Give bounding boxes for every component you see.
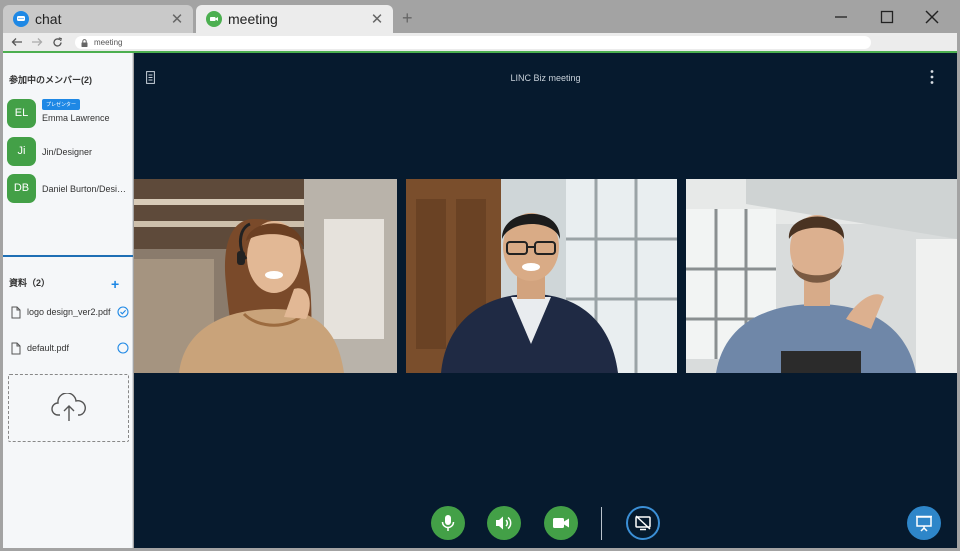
- address-bar: meeting: [3, 33, 957, 51]
- avatar: DB: [7, 173, 36, 203]
- microphone-button[interactable]: [431, 506, 465, 540]
- url-text: meeting: [94, 38, 123, 47]
- check-circle-icon[interactable]: [117, 306, 129, 318]
- maximize-icon: [880, 10, 894, 24]
- speaker-icon: [496, 516, 512, 530]
- video-tile[interactable]: [406, 179, 677, 373]
- document-name: logo design_ver2.pdf: [27, 307, 111, 317]
- member-name: Daniel Burton/Designer: [42, 183, 128, 194]
- screen-share-off-icon: [635, 515, 651, 531]
- chat-icon: [13, 11, 29, 27]
- url-input[interactable]: meeting: [75, 36, 871, 49]
- tab-label: chat: [35, 11, 62, 27]
- back-button[interactable]: [7, 33, 27, 51]
- members-title: 参加中のメンバー(2): [9, 75, 92, 85]
- file-icon: [11, 306, 21, 318]
- document-name: default.pdf: [27, 343, 70, 353]
- presentation-button[interactable]: [907, 506, 941, 540]
- member-name: Jin/Designer: [42, 146, 93, 157]
- arrow-right-icon: [32, 38, 43, 46]
- minimize-button[interactable]: [828, 6, 854, 28]
- reload-button[interactable]: [47, 33, 67, 51]
- video-icon: [206, 11, 222, 27]
- upload-dropzone[interactable]: [8, 374, 129, 442]
- browser-window: chat ✕ meeting ✕ + meeting 参加中のメンバー(2) E…: [0, 0, 960, 551]
- video-tile[interactable]: [686, 179, 957, 373]
- meeting-title: LINC Biz meeting: [510, 73, 581, 83]
- member-item[interactable]: DB Daniel Burton/Designer: [7, 173, 131, 203]
- camera-button[interactable]: [544, 506, 578, 540]
- tab-meeting[interactable]: meeting ✕: [196, 5, 393, 33]
- section-divider: [3, 255, 133, 257]
- screen-share-button[interactable]: [626, 506, 660, 540]
- new-tab-button[interactable]: +: [402, 8, 413, 29]
- tab-label: meeting: [228, 11, 278, 27]
- close-icon[interactable]: ✕: [367, 10, 387, 28]
- video-camera-icon: [553, 518, 569, 528]
- presenter-badge: プレゼンター: [42, 98, 81, 110]
- close-window-button[interactable]: [919, 6, 945, 28]
- member-name: Emma Lawrence: [42, 112, 110, 123]
- lock-icon: [81, 34, 88, 52]
- file-icon: [11, 342, 21, 354]
- sidebar: 参加中のメンバー(2) EL プレゼンター Emma Lawrence Ji J…: [3, 53, 133, 548]
- participant-video: [406, 179, 677, 373]
- close-icon[interactable]: ✕: [167, 10, 187, 28]
- reload-icon: [52, 36, 62, 47]
- controls-divider: [601, 507, 602, 540]
- avatar: Ji: [7, 136, 36, 166]
- tab-chat[interactable]: chat ✕: [3, 5, 193, 33]
- member-item[interactable]: Ji Jin/Designer: [7, 136, 131, 166]
- more-vertical-icon[interactable]: [929, 69, 935, 90]
- maximize-button[interactable]: [874, 6, 900, 28]
- document-item[interactable]: logo design_ver2.pdf: [11, 304, 129, 320]
- presentation-icon: [916, 515, 932, 532]
- participant-video: [686, 179, 957, 373]
- documents-title: 資料（2）: [9, 278, 51, 288]
- avatar: EL: [7, 98, 36, 128]
- participant-video: [134, 179, 397, 373]
- circle-icon[interactable]: [117, 342, 129, 354]
- tab-bar: chat ✕ meeting ✕ +: [0, 0, 960, 33]
- cloud-upload-icon: [50, 393, 86, 421]
- minimize-icon: [835, 16, 847, 18]
- video-tile[interactable]: [134, 179, 397, 373]
- microphone-icon: [441, 515, 455, 531]
- arrow-left-icon: [11, 38, 22, 46]
- member-item[interactable]: EL プレゼンター Emma Lawrence: [7, 98, 131, 128]
- add-document-button[interactable]: +: [111, 276, 119, 292]
- close-icon: [925, 10, 939, 24]
- forward-button[interactable]: [27, 33, 47, 51]
- meeting-area: LINC Biz meeting: [134, 53, 957, 548]
- speaker-button[interactable]: [487, 506, 521, 540]
- document-item[interactable]: default.pdf: [11, 340, 129, 356]
